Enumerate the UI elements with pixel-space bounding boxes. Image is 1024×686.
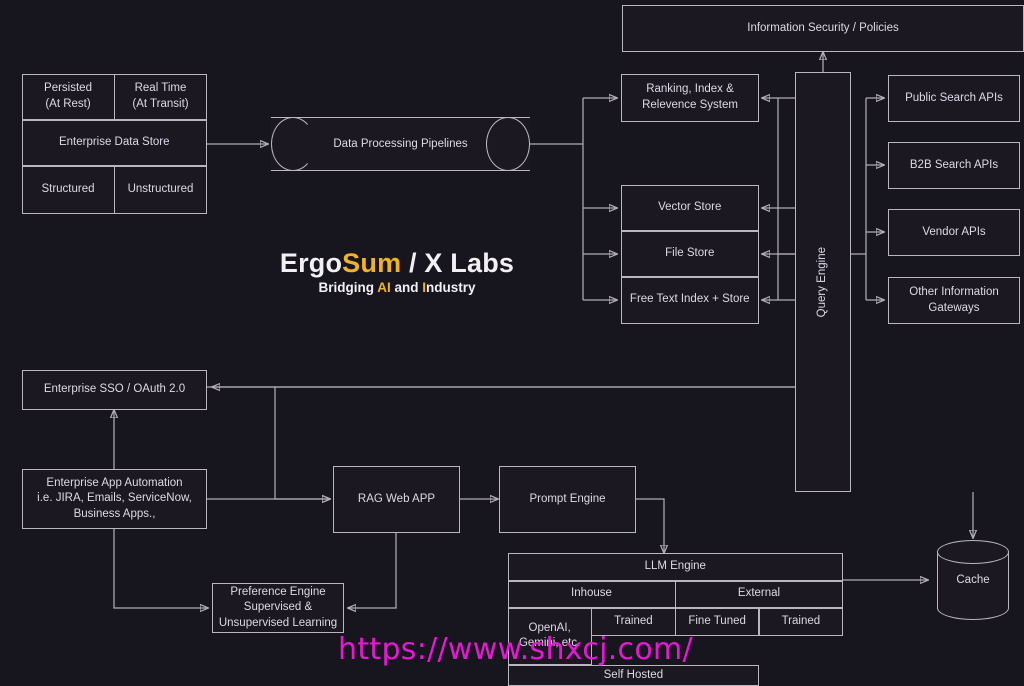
rag-web-app: RAG Web APP (333, 466, 460, 533)
llm-inhouse-header: Inhouse (508, 581, 676, 609)
b2b-search-apis: B2B Search APIs (888, 142, 1020, 189)
data-store-title: Enterprise Data Store (22, 120, 208, 167)
prompt-engine: Prompt Engine (499, 466, 636, 533)
file-store: File Store (621, 231, 760, 278)
data-store-unstructured: Unstructured (114, 166, 207, 215)
data-store-persisted: Persisted (At Rest) (22, 74, 115, 121)
free-text-index-store: Free Text Index + Store (621, 277, 760, 325)
query-engine: Query Engine (795, 72, 851, 492)
query-engine-label: Query Engine (815, 247, 831, 317)
ergosum-logo: ErgoSum / X Labs Bridging AI and Industr… (262, 248, 532, 295)
diagram-canvas: Persisted (At Rest) Real Time (At Transi… (0, 0, 1024, 668)
enterprise-sso-oauth: Enterprise SSO / OAuth 2.0 (22, 370, 207, 410)
logo-accent: Sum (342, 248, 401, 278)
public-search-apis: Public Search APIs (888, 75, 1020, 122)
data-processing-pipelines: Data Processing Pipelines (271, 117, 530, 171)
ranking-index-relevance-system: Ranking, Index & Relevence System (621, 74, 759, 122)
stores-stack-table: Vector Store File Store Free Text Index … (621, 185, 759, 324)
vendor-apis: Vendor APIs (888, 209, 1020, 256)
other-information-gateways: Other Information Gateways (888, 277, 1020, 324)
llm-external-header: External (675, 581, 843, 609)
data-store-realtime: Real Time (At Transit) (114, 74, 207, 121)
enterprise-app-automation: Enterprise App Automation i.e. JIRA, Ema… (22, 469, 207, 529)
llm-external-trained: Trained (759, 608, 843, 637)
llm-engine-title: LLM Engine (508, 553, 844, 582)
pipelines-label: Data Processing Pipelines (271, 117, 530, 171)
vector-store: Vector Store (621, 185, 760, 232)
preference-engine: Preference Engine Supervised & Unsupervi… (212, 583, 344, 633)
cache-store: Cache (937, 540, 1009, 620)
data-store-structured: Structured (22, 166, 115, 215)
logo-wordmark: ErgoSum / X Labs (262, 248, 532, 279)
logo-tagline: Bridging AI and Industry (262, 280, 532, 295)
watermark-url: https://www.shxcj.com/ (338, 632, 693, 667)
information-security-policies: Information Security / Policies (622, 5, 1024, 52)
cache-label: Cache (937, 540, 1009, 620)
enterprise-data-store-table: Persisted (At Rest) Real Time (At Transi… (22, 74, 207, 214)
